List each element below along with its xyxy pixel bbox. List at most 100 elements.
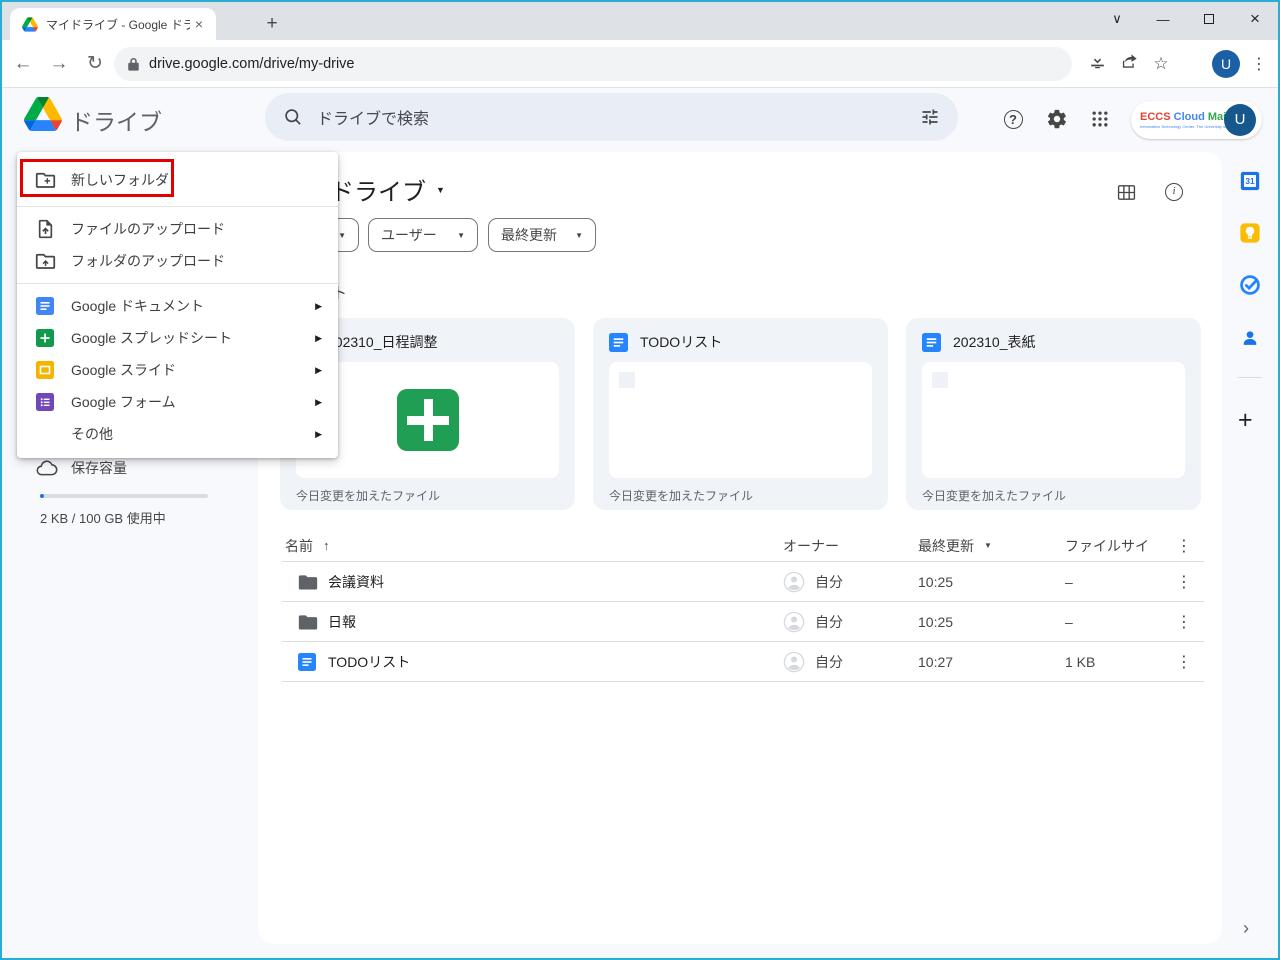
owner-name: 自分 <box>815 612 843 632</box>
card-thumbnail <box>609 362 872 478</box>
download-icon[interactable] <box>1084 52 1110 76</box>
settings-gear-icon[interactable] <box>1043 105 1071 133</box>
filter-chip-modified[interactable]: 最終更新▼ <box>488 218 596 252</box>
new-folder-icon <box>33 168 57 192</box>
card-title: 202310_日程調整 <box>327 332 438 352</box>
modified-time: 10:25 <box>918 614 953 630</box>
browser-menu-icon[interactable]: ⋮ <box>1246 54 1272 74</box>
file-name: TODOリスト <box>328 652 410 672</box>
menu-item-google-sheets[interactable]: Google スプレッドシート ▶ <box>17 322 338 354</box>
search-placeholder: ドライブで検索 <box>317 105 920 129</box>
storage-usage-text: 2 KB / 100 GB 使用中 <box>40 508 166 527</box>
show-side-panel-icon[interactable]: › <box>1243 918 1249 939</box>
drive-favicon <box>22 17 38 32</box>
browser-toolbar: ← → ↻ drive.google.com/drive/my-drive ☆ … <box>2 40 1278 88</box>
submenu-arrow-icon: ▶ <box>315 365 322 376</box>
browser-window: マイドライブ - Google ドライブ × + ∨ — × ← → ↻ dri… <box>0 0 1280 960</box>
minimize-button[interactable]: — <box>1140 12 1186 27</box>
grid-view-toggle-icon[interactable] <box>1110 176 1142 208</box>
submenu-arrow-icon: ▶ <box>315 429 322 440</box>
apps-grid-icon[interactable] <box>1086 105 1114 133</box>
back-button[interactable]: ← <box>8 53 38 75</box>
row-options-icon[interactable]: ⋮ <box>1170 652 1198 672</box>
menu-item-google-slides[interactable]: Google スライド ▶ <box>17 354 338 386</box>
contacts-icon[interactable] <box>1239 327 1261 349</box>
menu-item-folder-upload[interactable]: フォルダのアップロード <box>17 245 338 277</box>
url-bar[interactable]: drive.google.com/drive/my-drive <box>114 47 1072 81</box>
tab-search-icon[interactable]: ∨ <box>1094 11 1140 27</box>
reload-button[interactable]: ↻ <box>80 52 110 75</box>
card-caption: 今日変更を加えたファイル <box>593 478 888 504</box>
suggested-card-todo[interactable]: TODOリスト 今日変更を加えたファイル <box>593 318 888 510</box>
badge-logo-text: ECCS Cloud Mail <box>1140 112 1224 123</box>
docs-file-icon <box>922 333 941 352</box>
share-icon[interactable] <box>1116 52 1142 76</box>
file-name: 日報 <box>328 612 356 632</box>
drive-logo[interactable] <box>24 97 62 136</box>
slides-icon <box>33 358 57 382</box>
file-table-header: 名前↑ オーナー 最終更新▼ ファイルサイ ⋮ <box>282 530 1204 562</box>
maximize-button[interactable] <box>1186 14 1232 24</box>
new-tab-button[interactable]: + <box>260 13 284 37</box>
storage-section: 保存容量 2 KB / 100 GB 使用中 <box>2 458 256 478</box>
suggested-card-cover[interactable]: 202310_表紙 今日変更を加えたファイル <box>906 318 1201 510</box>
browser-tab[interactable]: マイドライブ - Google ドライブ × <box>10 8 216 40</box>
sheets-logo-thumbnail <box>397 389 459 451</box>
lock-icon <box>128 57 139 71</box>
menu-item-google-docs[interactable]: Google ドキュメント ▶ <box>17 290 338 322</box>
sort-ascending-icon: ↑ <box>323 538 330 553</box>
url-text: drive.google.com/drive/my-drive <box>149 56 355 72</box>
owner-name: 自分 <box>815 652 843 672</box>
tasks-icon[interactable] <box>1239 274 1261 296</box>
browser-profile-avatar[interactable]: U <box>1212 50 1240 78</box>
menu-item-file-upload[interactable]: ファイルのアップロード <box>17 213 338 245</box>
card-title: 202310_表紙 <box>953 332 1036 352</box>
file-row-folder[interactable]: 会議資料 自分 10:25 – ⋮ <box>282 562 1204 602</box>
rail-divider <box>1238 377 1262 378</box>
chevron-down-icon: ▼ <box>575 231 583 240</box>
info-icon[interactable]: i <box>1158 176 1190 208</box>
get-add-ons-icon[interactable]: + <box>1238 406 1253 435</box>
help-icon[interactable]: ? <box>999 105 1027 133</box>
menu-item-new-folder[interactable]: 新しいフォルダ <box>17 160 338 200</box>
file-row-document[interactable]: TODOリスト 自分 10:27 1 KB ⋮ <box>282 642 1204 682</box>
tab-close-icon[interactable]: × <box>190 15 208 33</box>
column-header-size[interactable]: ファイルサイ <box>1065 536 1149 556</box>
keep-icon[interactable] <box>1239 222 1261 244</box>
column-header-name[interactable]: 名前↑ <box>285 536 330 556</box>
menu-item-google-forms[interactable]: Google フォーム ▶ <box>17 386 338 418</box>
card-title: TODOリスト <box>640 332 722 352</box>
menu-item-more[interactable]: その他 ▶ <box>17 418 338 450</box>
chevron-down-icon: ▼ <box>338 231 346 240</box>
side-panel-rail: 31 + › <box>1222 88 1278 958</box>
search-icon <box>283 107 303 127</box>
storage-label[interactable]: 保存容量 <box>71 458 127 478</box>
title-dropdown-icon: ▼ <box>436 185 445 195</box>
tab-title: マイドライブ - Google ドライブ <box>46 16 190 33</box>
tab-strip: マイドライブ - Google ドライブ × + ∨ — × <box>2 2 1278 40</box>
row-options-icon[interactable]: ⋮ <box>1170 572 1198 592</box>
row-options-icon[interactable]: ⋮ <box>1170 612 1198 632</box>
owner-avatar <box>783 571 805 593</box>
new-menu: 新しいフォルダ ファイルのアップロード フォルダのアップロード G <box>17 152 338 458</box>
forward-button[interactable]: → <box>44 53 74 75</box>
calendar-icon[interactable]: 31 <box>1239 170 1261 192</box>
column-header-modified[interactable]: 最終更新▼ <box>918 536 992 556</box>
docs-icon <box>33 294 57 318</box>
file-name: 会議資料 <box>328 572 384 592</box>
column-options-icon[interactable]: ⋮ <box>1170 536 1198 556</box>
submenu-arrow-icon: ▶ <box>315 397 322 408</box>
owner-avatar <box>783 611 805 633</box>
search-input[interactable]: ドライブで検索 <box>265 93 958 141</box>
submenu-arrow-icon: ▶ <box>315 333 322 344</box>
close-button[interactable]: × <box>1232 9 1278 29</box>
file-size: 1 KB <box>1065 654 1095 670</box>
bookmark-star-icon[interactable]: ☆ <box>1148 54 1174 74</box>
forms-icon <box>33 390 57 414</box>
search-options-icon[interactable] <box>920 107 940 127</box>
docs-file-icon <box>609 333 628 352</box>
file-row-folder[interactable]: 日報 自分 10:25 – ⋮ <box>282 602 1204 642</box>
cloud-icon <box>36 459 58 477</box>
column-header-owner[interactable]: オーナー <box>783 536 839 556</box>
filter-chip-people[interactable]: ユーザー▼ <box>368 218 478 252</box>
